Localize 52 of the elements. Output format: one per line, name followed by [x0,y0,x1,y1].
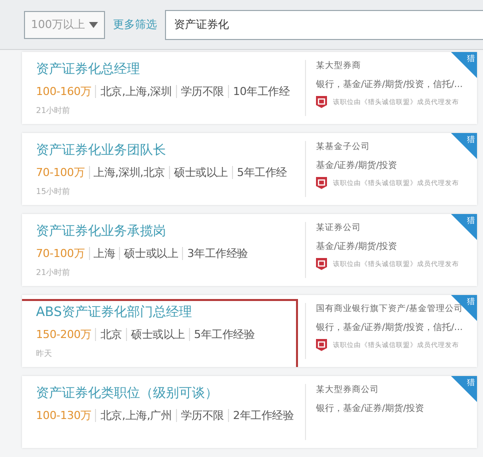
job-title[interactable]: 资产证券化类职位（级别可谈） [36,384,305,402]
corner-badge: 猎 [451,214,477,240]
salary-text: 100-160万 [36,84,92,99]
job-requirement: 上海 [94,246,116,261]
job-title[interactable]: ABS资产证券化部门总经理 [36,303,305,321]
company-name: 某大型券商 [316,60,362,72]
job-requirement: 硕士或以上 [124,246,178,261]
company-name: 某基金子公司 [316,141,371,153]
posted-time: 21小时前 [36,105,72,116]
job-title[interactable]: 资产证券化业务团队长 [36,141,305,159]
job-title[interactable]: 资产证券化总经理 [36,60,305,78]
certificate-icon [316,96,327,108]
salary-text: 70-100万 [36,246,85,261]
job-requirement: 2年工作经验 [232,408,294,423]
job-requirement: 3年工作经验 [187,246,248,261]
job-requirement: 北京 [100,327,122,342]
industry-text: 银行，基金/证券/期货/投资，信托/... [316,322,464,334]
industry-text: 银行，基金/证券/期货/投资 [316,402,426,415]
certificate-icon [316,177,327,189]
job-requirement: 硕士或以上 [174,165,228,180]
job-requirement: 5年工作经 [236,165,287,180]
corner-badge: 猎 [451,52,477,78]
job-requirement: 北京,上海,广州 [100,408,172,423]
industry-text: 基金/证券/期货/投资 [316,160,398,172]
certificate-icon [316,258,327,270]
posted-time: 昨天 [36,348,53,359]
job-requirement: 10年工作经 [232,84,290,99]
company-name: 某证券公司 [316,222,362,234]
certificate-icon [316,339,327,351]
company-name: 国有商业银行旗下资产/基金管理公司 [316,303,464,315]
job-requirement: 上海,深圳,北京 [94,165,165,180]
job-requirement: 学历不限 [180,84,224,99]
industry-text: 基金/证券/期货/投资 [316,240,398,253]
job-title[interactable]: 资产证券化业务承揽岗 [36,222,305,240]
company-name: 某大型券商公司 [316,384,380,396]
job-card[interactable]: 资产证券化类职位（级别可谈） 100-130万 北京,上海,广州 学历不限 2年工作经验 某大型券商公司 银行，基金/证券/期货/投资 猎 [22,376,477,448]
job-requirement: 5年工作经验 [194,327,255,342]
corner-badge: 猎 [451,133,477,159]
posted-time: 21小时前 [36,267,72,278]
job-requirement: 硕士或以上 [130,327,185,342]
salary-text: 150-200万 [36,327,92,342]
search-field[interactable]: 资产证券化 [165,10,483,40]
salary-select[interactable]: 100万以上 [24,10,105,38]
salary-text: 100-130万 [36,408,92,423]
more-filters-link[interactable]: 更多筛选 [113,17,157,32]
job-requirement: 北京,上海,深圳 [100,84,172,99]
industry-text: 银行，基金/证券/期货/投资，信托/... [316,78,464,91]
posted-time: 15小时前 [36,186,72,197]
salary-text: 70-100万 [36,165,85,180]
corner-badge: 猎 [451,376,477,402]
caret-icon [89,22,98,28]
job-requirement: 学历不限 [180,408,224,423]
